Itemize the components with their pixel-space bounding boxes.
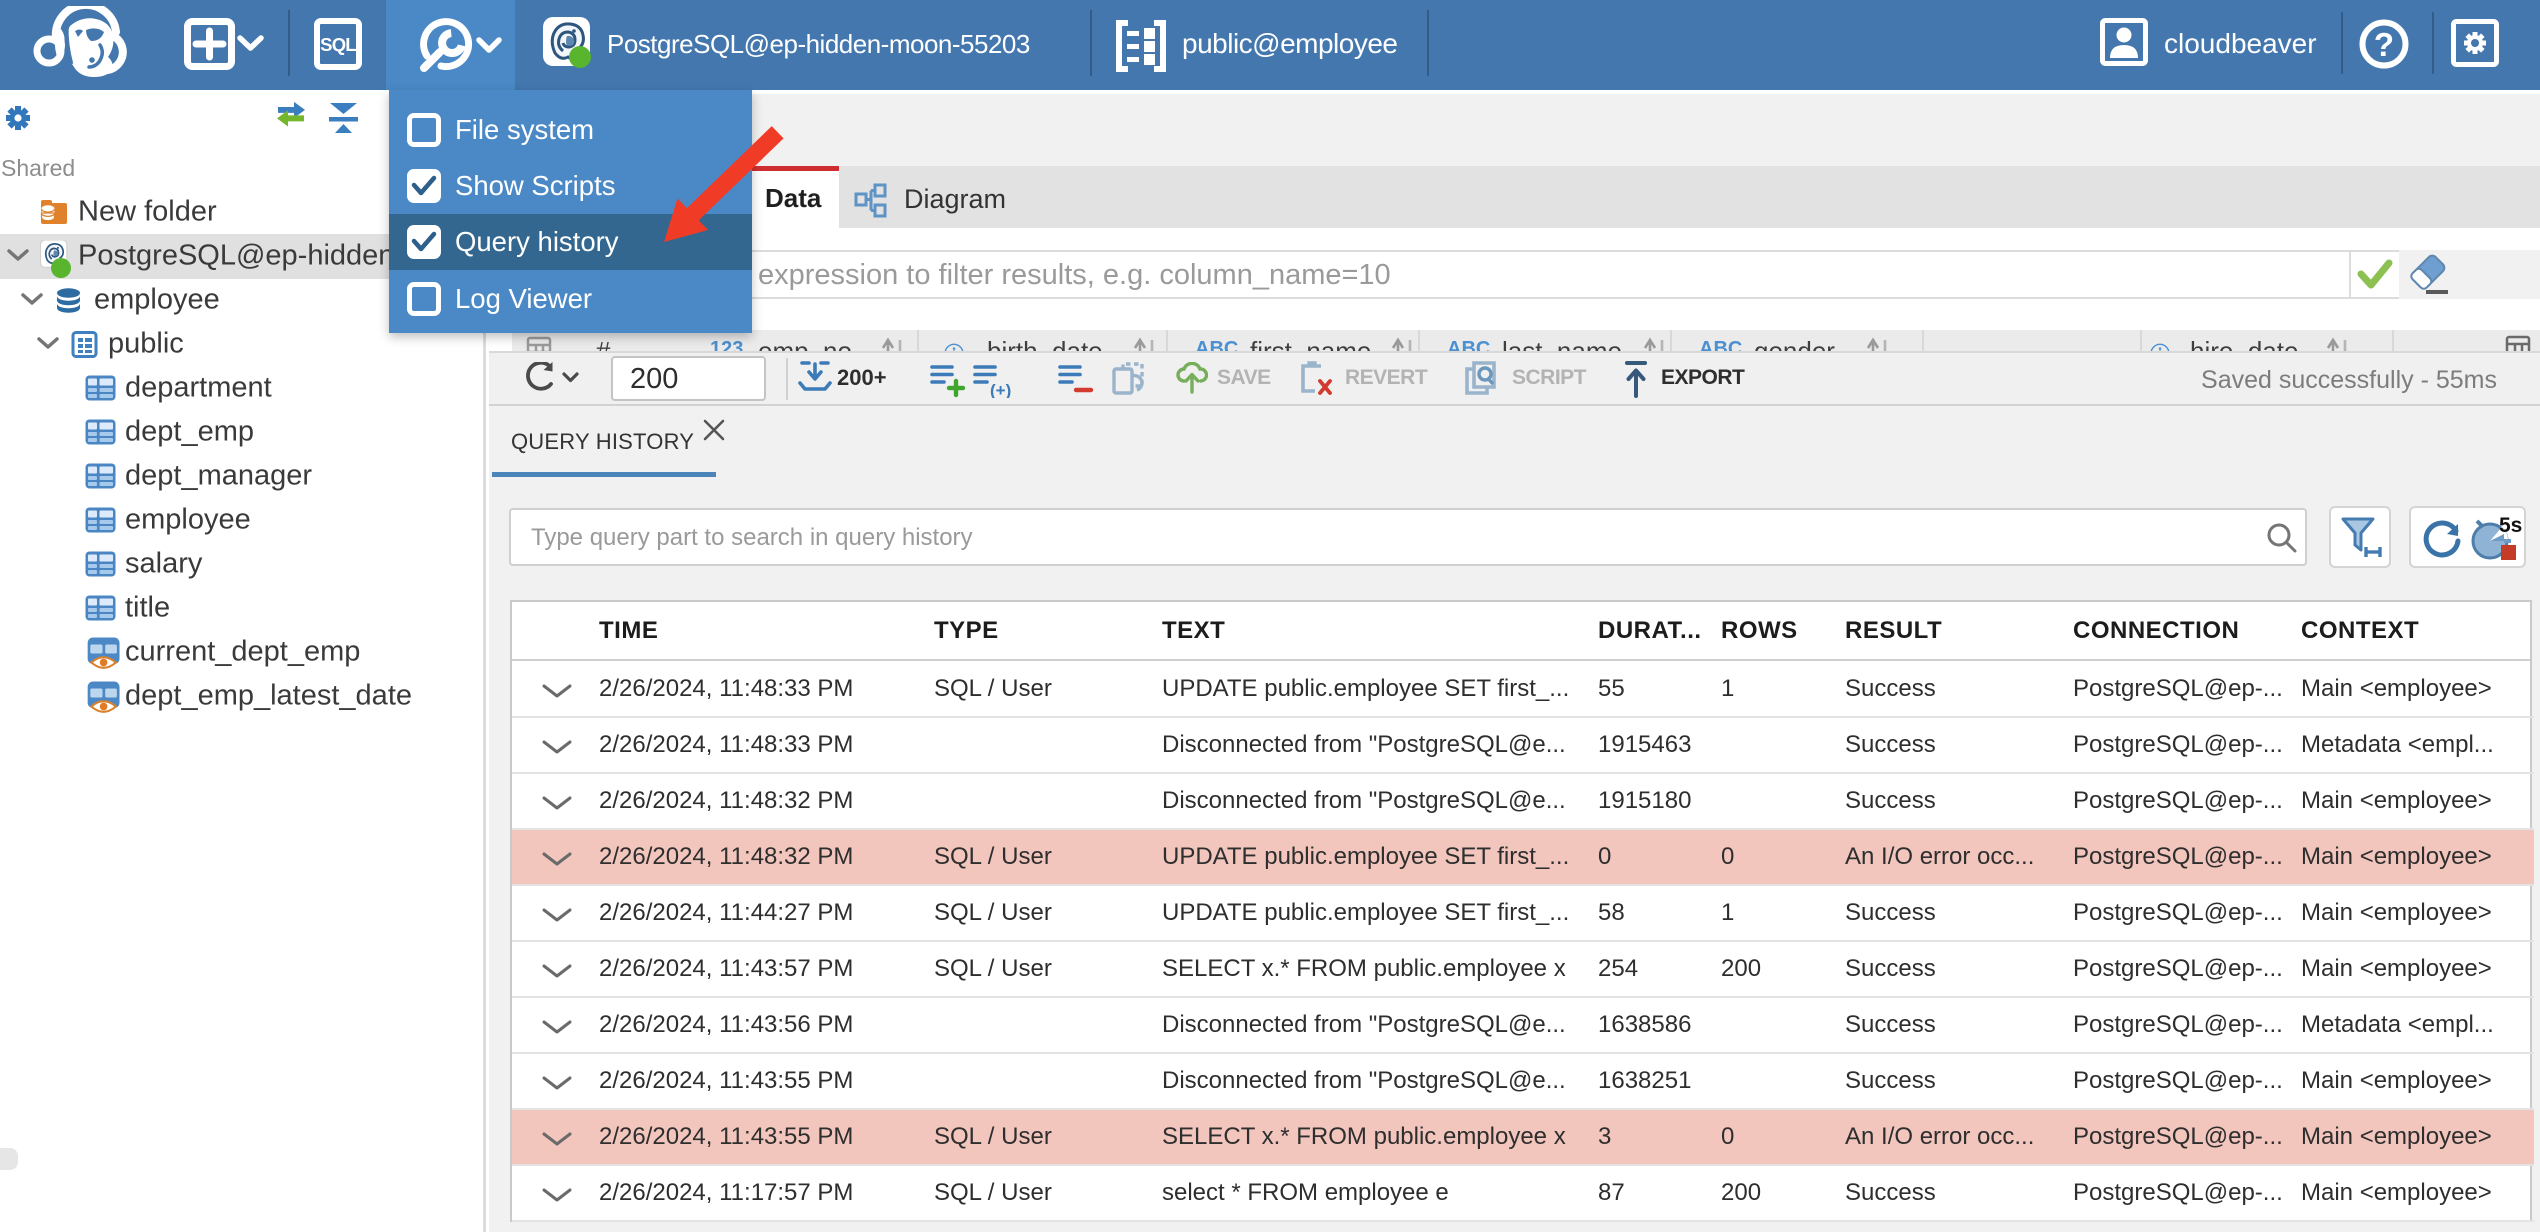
svg-text:?: ? [2374,26,2394,63]
svg-text:5s: 5s [2499,514,2522,537]
svg-text:SQL: SQL [320,34,356,55]
svg-text:(+): (+) [990,381,1011,398]
